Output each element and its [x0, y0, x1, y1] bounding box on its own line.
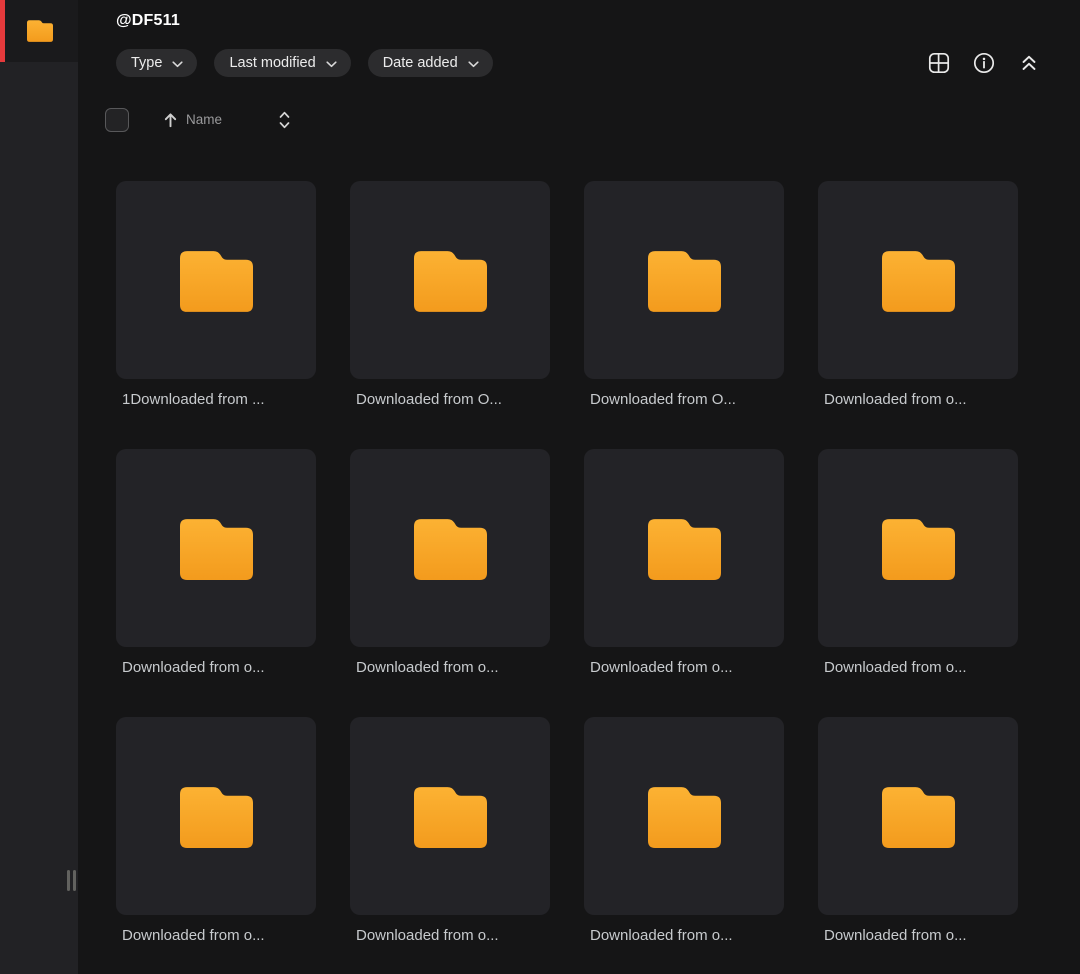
folder-grid: 1Downloaded from ... Downloaded from O..… — [116, 181, 1080, 945]
filter-last-modified-label: Last modified — [229, 55, 316, 71]
folder-card[interactable]: Downloaded from O... — [350, 181, 550, 409]
folder-thumbnail — [350, 717, 550, 915]
folder-thumbnail — [818, 449, 1018, 647]
collapse-up-icon — [1022, 55, 1036, 70]
filter-type-label: Type — [131, 55, 163, 71]
folder-name: Downloaded from o... — [590, 659, 733, 676]
filter-last-modified-button[interactable]: Last modified — [214, 49, 351, 77]
page-title: @DF511 — [116, 12, 180, 29]
folder-icon — [648, 248, 721, 312]
select-all-checkbox[interactable] — [105, 107, 129, 132]
folder-thumbnail — [116, 717, 316, 915]
folder-card[interactable]: Downloaded from O... — [584, 181, 784, 409]
folder-name: 1Downloaded from ... — [122, 391, 265, 408]
grid-view-icon — [928, 52, 950, 74]
filter-chips: Type Last modified Date added — [116, 49, 493, 77]
folder-thumbnail — [116, 181, 316, 379]
sidebar-active-item[interactable] — [0, 0, 78, 62]
folder-card[interactable]: Downloaded from o... — [116, 449, 316, 677]
folder-card[interactable]: Downloaded from o... — [350, 449, 550, 677]
folder-card[interactable]: Downloaded from o... — [584, 449, 784, 677]
folder-icon — [882, 516, 955, 580]
sidebar — [0, 0, 78, 974]
view-toolbar — [928, 52, 1040, 74]
filter-type-button[interactable]: Type — [116, 49, 198, 77]
folder-card[interactable]: Downloaded from o... — [116, 717, 316, 945]
chevron-down-icon — [172, 60, 184, 67]
active-accent-bar — [0, 0, 5, 62]
folder-card[interactable]: Downloaded from o... — [350, 717, 550, 945]
folder-thumbnail — [350, 181, 550, 379]
folder-name: Downloaded from o... — [356, 927, 499, 944]
folder-icon — [180, 784, 253, 848]
folder-icon — [180, 516, 253, 580]
folder-icon — [648, 516, 721, 580]
folder-name: Downloaded from o... — [824, 927, 967, 944]
folder-name: Downloaded from o... — [824, 391, 967, 408]
folder-card[interactable]: Downloaded from o... — [818, 449, 1018, 677]
chevron-up-down-icon — [279, 111, 290, 128]
filter-date-added-button[interactable]: Date added — [367, 49, 493, 77]
grid-view-button[interactable] — [928, 52, 950, 74]
folder-name: Downloaded from O... — [356, 391, 502, 408]
folder-thumbnail — [584, 449, 784, 647]
folder-icon — [414, 248, 487, 312]
folder-name: Downloaded from o... — [590, 927, 733, 944]
folder-name: Downloaded from o... — [122, 927, 265, 944]
folder-card[interactable]: Downloaded from o... — [818, 717, 1018, 945]
filter-date-added-label: Date added — [382, 55, 458, 71]
collapse-button[interactable] — [1018, 52, 1040, 74]
sidebar-resize-handle[interactable] — [67, 870, 76, 891]
folder-name: Downloaded from O... — [590, 391, 736, 408]
folder-thumbnail — [818, 717, 1018, 915]
folder-card[interactable]: 1Downloaded from ... — [116, 181, 316, 409]
folder-icon — [414, 516, 487, 580]
info-icon — [973, 52, 995, 74]
folder-thumbnail — [584, 717, 784, 915]
info-button[interactable] — [973, 52, 995, 74]
folder-icon — [27, 19, 53, 42]
folder-icon — [648, 784, 721, 848]
folder-icon — [414, 784, 487, 848]
folder-thumbnail — [818, 181, 1018, 379]
folder-icon — [882, 248, 955, 312]
sort-toggle-button[interactable] — [278, 109, 291, 131]
folder-card[interactable]: Downloaded from o... — [584, 717, 784, 945]
folder-thumbnail — [584, 181, 784, 379]
folder-icon — [180, 248, 253, 312]
main-content: @DF511 Type Last modified Date added Nam… — [78, 0, 1080, 974]
sort-bar: Name — [78, 107, 1080, 132]
folder-thumbnail — [116, 449, 316, 647]
filter-toolbar: Type Last modified Date added — [78, 49, 1080, 77]
sort-direction-button[interactable] — [163, 112, 178, 128]
folder-name: Downloaded from o... — [824, 659, 967, 676]
chevron-down-icon — [326, 60, 337, 67]
folder-icon — [882, 784, 955, 848]
folder-name: Downloaded from o... — [122, 659, 265, 676]
folder-name: Downloaded from o... — [356, 659, 499, 676]
arrow-up-icon — [164, 112, 177, 127]
chevron-down-icon — [468, 60, 479, 67]
sort-field-label[interactable]: Name — [186, 112, 222, 127]
folder-thumbnail — [350, 449, 550, 647]
folder-card[interactable]: Downloaded from o... — [818, 181, 1018, 409]
